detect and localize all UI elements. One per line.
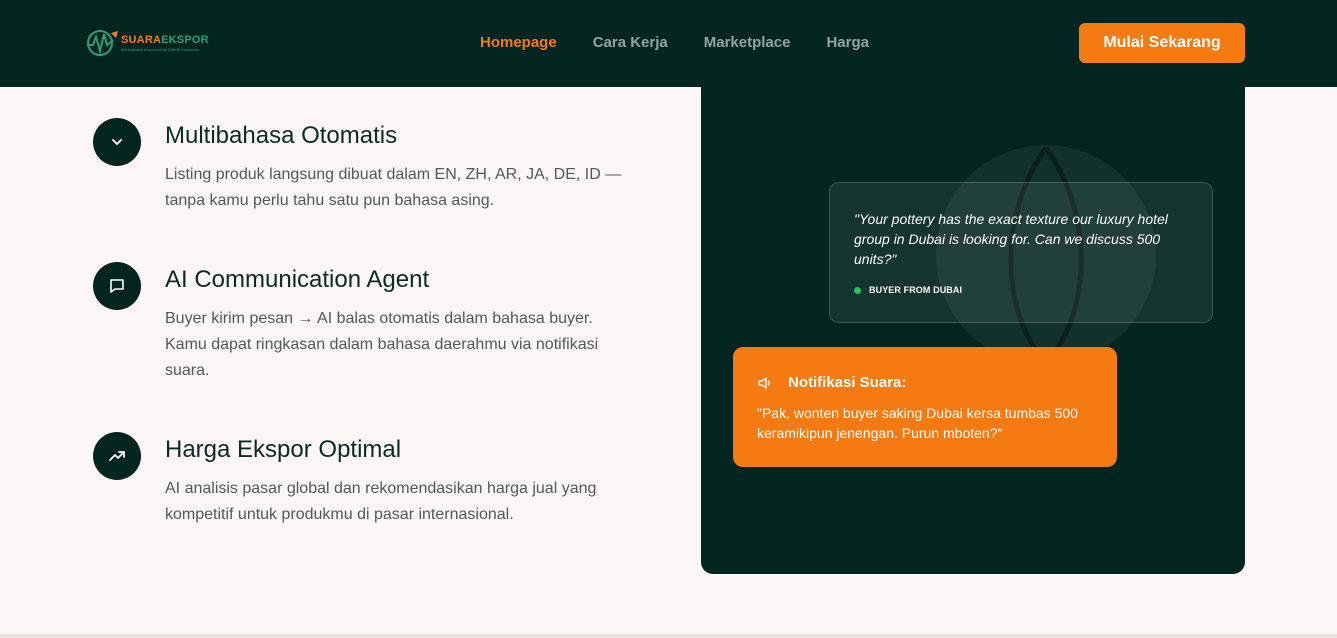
mulai-sekarang-button[interactable]: Mulai Sekarang bbox=[1079, 23, 1245, 63]
brand-tagline: Marketplace ekspor untuk UMKM Indonesia bbox=[121, 46, 199, 52]
top-navbar: SUARAEKSPOR Marketplace ekspor untuk UMK… bbox=[0, 0, 1337, 87]
buyer-source: BUYER FROM DUBAI bbox=[854, 285, 962, 295]
feature-title: Multibahasa Otomatis bbox=[165, 122, 398, 149]
brand-logo[interactable]: SUARAEKSPOR Marketplace ekspor untuk UMK… bbox=[85, 28, 209, 58]
chevron-down-icon bbox=[93, 118, 141, 166]
feature-title: Harga Ekspor Optimal bbox=[165, 436, 402, 463]
section-divider bbox=[0, 634, 1337, 638]
feature-description: Listing produk langsung dibuat dalam EN,… bbox=[165, 166, 622, 209]
nav-homepage[interactable]: Homepage bbox=[480, 34, 557, 51]
online-status-dot bbox=[854, 286, 861, 294]
notification-text: "Pak, wonten buyer saking Dubai kersa tu… bbox=[757, 405, 1078, 441]
buyer-message-text: "Your pottery has the exact texture our … bbox=[854, 211, 1168, 267]
notification-title: Notifikasi Suara: bbox=[788, 374, 907, 391]
chat-bubble-icon bbox=[93, 262, 141, 310]
brand-name: SUARAEKSPOR bbox=[121, 33, 209, 46]
feature-description: Buyer kirim pesan → AI balas otomatis da… bbox=[165, 310, 599, 379]
logo-wordmark: SUARAEKSPOR Marketplace ekspor untuk UMK… bbox=[121, 33, 209, 52]
notification-header: Notifikasi Suara: bbox=[757, 374, 906, 391]
feature-title: AI Communication Agent bbox=[165, 266, 430, 293]
trending-up-icon bbox=[93, 432, 141, 480]
buyer-message-card: "Your pottery has the exact texture our … bbox=[829, 182, 1213, 323]
nav-marketplace[interactable]: Marketplace bbox=[704, 34, 791, 51]
voice-notification-card: Notifikasi Suara: "Pak, wonten buyer sak… bbox=[733, 347, 1117, 467]
main-menu: Homepage Cara Kerja Marketplace Harga bbox=[480, 34, 869, 51]
nav-harga[interactable]: Harga bbox=[826, 34, 869, 51]
nav-cara-kerja[interactable]: Cara Kerja bbox=[593, 34, 668, 51]
buyer-source-label: BUYER FROM DUBAI bbox=[869, 285, 963, 295]
speaker-icon bbox=[758, 376, 770, 389]
logo-icon bbox=[87, 30, 118, 56]
feature-description: AI analisis pasar global dan rekomendasi… bbox=[165, 480, 597, 523]
